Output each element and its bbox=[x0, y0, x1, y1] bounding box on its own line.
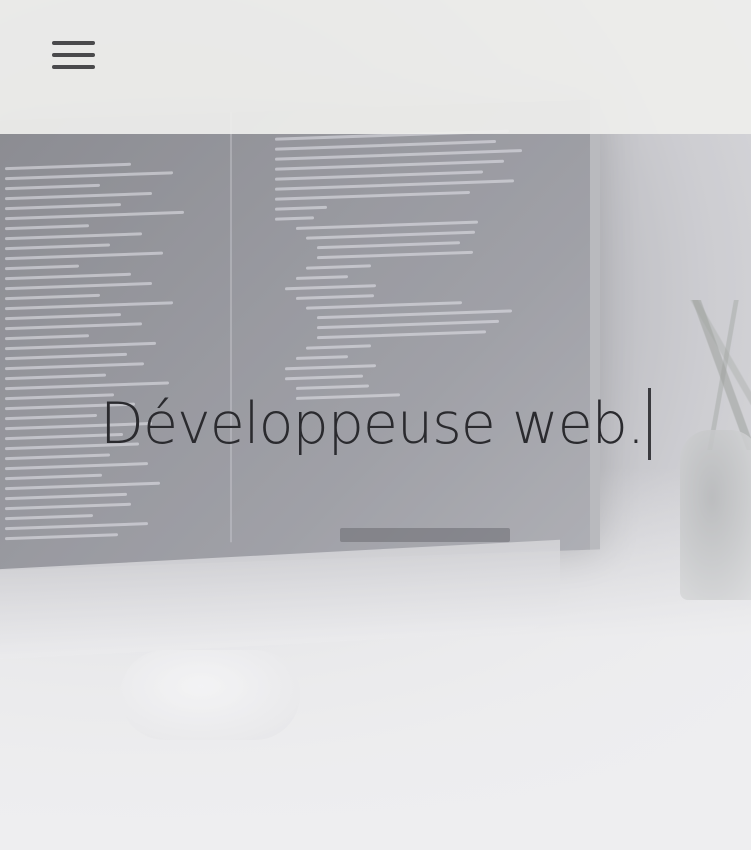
page: Développeuse web. bbox=[0, 0, 751, 850]
menu-bar-bottom bbox=[52, 65, 95, 69]
text-cursor-icon bbox=[647, 388, 651, 460]
hamburger-menu-icon[interactable] bbox=[52, 38, 96, 74]
top-navbar bbox=[0, 0, 751, 134]
headline-text: Développeuse web. bbox=[100, 391, 645, 457]
hero-headline: Développeuse web. bbox=[0, 388, 751, 460]
menu-bar-middle bbox=[52, 53, 95, 57]
menu-bar-top bbox=[52, 41, 95, 45]
